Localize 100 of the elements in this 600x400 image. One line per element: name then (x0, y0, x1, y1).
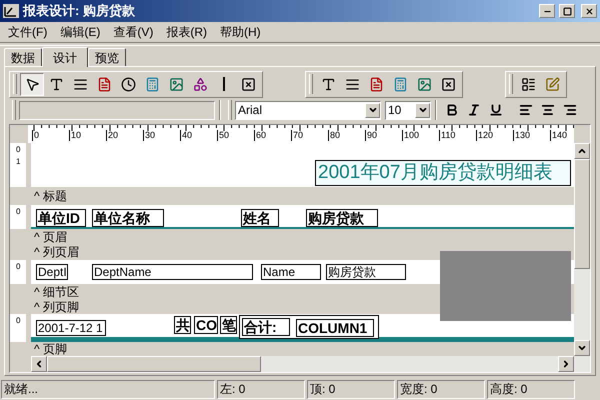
delete-icon (440, 76, 456, 92)
ruler-label: 80 (328, 130, 340, 141)
app-icon (3, 4, 19, 18)
maximize-icon (562, 6, 572, 16)
close-button[interactable] (581, 4, 597, 18)
section-label: ^ 页眉 (34, 230, 67, 244)
menu-item[interactable]: 查看(V) (107, 23, 160, 41)
menu-item[interactable]: 帮助(H) (214, 23, 267, 41)
ruler-label: 90 (365, 130, 378, 141)
scroll-thumb[interactable] (574, 159, 590, 269)
header-label: 单位名称 (92, 208, 164, 227)
style-field[interactable] (19, 100, 215, 120)
section-label: ^ 列页眉 (34, 245, 79, 260)
dropdown-button[interactable] (365, 102, 380, 118)
scroll-thumb[interactable] (47, 356, 261, 372)
close-icon (584, 6, 594, 16)
scroll-down-button[interactable] (574, 340, 590, 356)
scroll-left-button[interactable] (31, 356, 47, 372)
letter-icon (320, 76, 336, 92)
ruler-label: 0 (32, 130, 40, 141)
header-label: COLUMN1 (296, 319, 374, 338)
font-select[interactable]: Arial (235, 100, 381, 120)
ruler-label: 130 (513, 130, 530, 141)
ruler-label: 40 (180, 130, 192, 141)
ruler-label: 120 (476, 130, 494, 141)
calculator-icon (144, 76, 160, 92)
edit-icon (544, 76, 560, 92)
status-panel: 顶: 0 (307, 380, 395, 398)
ruler-label: 110 (439, 130, 456, 141)
tab[interactable]: 数据 (4, 48, 42, 66)
size-select[interactable]: 10 (385, 100, 431, 120)
horizontal-scrollbar[interactable] (31, 356, 574, 372)
ruler-label: 140 (550, 130, 568, 141)
header-label: 合计: (242, 318, 290, 336)
size-value: 10 (387, 102, 402, 119)
shapes-icon (192, 76, 208, 92)
section-label: ^ 细节区 (34, 284, 79, 299)
section-label: ^ 页脚 (34, 342, 67, 356)
dropdown-button[interactable] (415, 102, 430, 118)
font-value: Arial (237, 102, 264, 119)
gutter-mark: 0 (15, 206, 22, 217)
scroll-up-button[interactable] (574, 143, 590, 159)
lines-icon (344, 76, 360, 92)
minimize-button[interactable] (539, 4, 555, 18)
report-title: 2001年07月购房贷款明细表 (315, 160, 571, 186)
status-panel: 高度: 0 (487, 380, 575, 398)
document-icon (96, 76, 112, 92)
line-icon (223, 77, 225, 91)
window-title: 报表设计: 购房贷款 (23, 2, 136, 20)
ruler-label: 30 (143, 130, 156, 141)
field-label: Name (261, 264, 321, 280)
pointer-icon (24, 76, 40, 92)
tool-button[interactable] (20, 72, 44, 96)
image-icon (168, 76, 184, 92)
section-label: ^ 列页脚 (34, 300, 79, 314)
maximize-button[interactable] (559, 4, 575, 18)
header-label: 购房贷款 (306, 208, 378, 227)
ruler-label: 60 (254, 130, 266, 141)
lines-icon (72, 76, 88, 92)
field-label: 购房贷款 (326, 264, 406, 280)
menu-item[interactable]: 报表(R) (160, 23, 213, 41)
gutter-mark: 1 (15, 157, 22, 167)
header-label: CO (194, 316, 218, 334)
ruler-label: 70 (291, 130, 304, 141)
vertical-scrollbar[interactable] (574, 143, 590, 372)
ruler-label: 50 (217, 130, 230, 141)
image-icon (416, 76, 432, 92)
caret-icon (368, 105, 378, 115)
tab[interactable]: 设计 (42, 47, 88, 67)
align-center-icon (541, 103, 555, 117)
header-label: 共 (174, 316, 191, 334)
gutter-mark: 0 (15, 316, 22, 326)
align-right-icon (563, 103, 577, 117)
gutter-mark: 0 (15, 262, 22, 272)
calculator-icon (392, 76, 408, 92)
ruler-label: 10 (69, 130, 82, 141)
ruler-label: 20 (106, 130, 118, 141)
tab[interactable]: 预览 (88, 48, 126, 66)
document-icon (368, 76, 384, 92)
letter-icon (48, 76, 64, 92)
field-label: DeptName (92, 264, 253, 280)
field-label: DeptI (36, 264, 68, 280)
header-label: 单位ID (36, 208, 86, 227)
menu-item[interactable]: 编辑(E) (54, 23, 106, 41)
bold-icon (445, 103, 459, 117)
status-panel: 宽度: 0 (397, 380, 485, 398)
ruler-label: 100 (402, 130, 420, 141)
scroll-right-button[interactable] (558, 356, 574, 372)
field-label: 2001-7-12 1 (36, 320, 106, 336)
header-label: 姓名 (241, 208, 279, 227)
list-icon (520, 76, 536, 92)
align-left-icon (519, 103, 533, 117)
status-panel: 左: 0 (217, 380, 305, 398)
delete-icon (240, 76, 256, 92)
italic-icon (467, 103, 481, 117)
header-label: 笔 (220, 316, 237, 334)
menu-item[interactable]: 文件(F) (2, 23, 54, 41)
underline-icon (489, 103, 503, 117)
clock-icon (120, 76, 136, 92)
gutter-mark: 0 (15, 145, 22, 155)
